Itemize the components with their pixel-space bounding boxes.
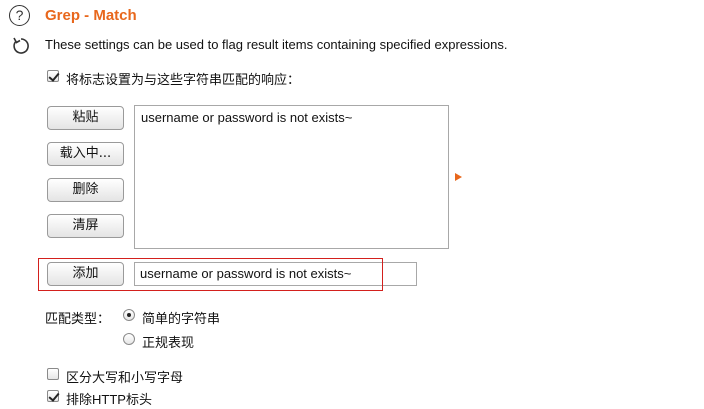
exclude-http-headers-label: 排除HTTP标头 [66,392,152,407]
match-strings-list[interactable]: username or password is not exists~ [134,105,449,249]
case-sensitive-label: 区分大写和小写字母 [66,370,184,385]
clear-button[interactable]: 清屏 [47,214,124,238]
flag-matching-label: 将标志设置为与这些字符串匹配的响应： [66,72,301,87]
paste-button[interactable]: 粘贴 [47,106,124,130]
list-item[interactable]: username or password is not exists~ [141,110,352,125]
exclude-http-headers-checkbox[interactable] [47,390,59,402]
radio-simple-string[interactable] [123,309,135,321]
section-description: These settings can be used to flag resul… [45,37,508,52]
refresh-icon[interactable] [11,36,31,56]
help-icon[interactable]: ? [9,5,30,26]
load-button[interactable]: 载入中... [47,142,124,166]
radio-regex[interactable] [123,333,135,345]
radio-simple-string-label: 简单的字符串 [142,311,221,326]
radio-regex-label: 正规表现 [142,335,195,350]
expand-arrow-icon[interactable] [455,173,462,181]
case-sensitive-checkbox[interactable] [47,368,59,380]
remove-button[interactable]: 删除 [47,178,124,202]
section-title: Grep - Match [45,7,137,24]
flag-matching-checkbox[interactable] [47,70,59,82]
match-type-label: 匹配类型： [45,311,111,326]
highlight-box [38,258,383,291]
